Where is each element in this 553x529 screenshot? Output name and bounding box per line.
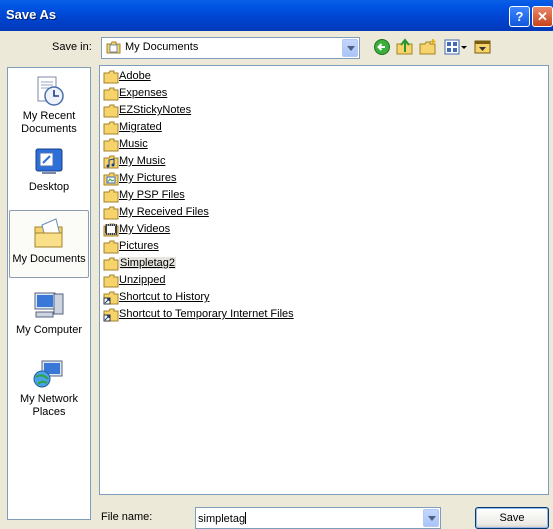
help-button[interactable]: ? [509,6,530,27]
file-name: Shortcut to History [119,291,210,303]
help-icon: ? [515,9,524,24]
folder-icon [103,104,119,118]
file-name-label: File name: [101,511,153,523]
my-documents-icon [34,218,63,248]
file-name: Pictures [119,240,159,252]
folder-icon [103,206,119,220]
place-label: My Documents [12,253,86,265]
title-bar[interactable]: Save As ? ✕ [0,0,553,31]
place-desktop[interactable]: Desktop [9,145,89,194]
folder-icon [103,274,119,288]
folder-icon [103,138,119,152]
file-name: Adobe [119,70,151,82]
place-my-documents[interactable]: My Documents [9,210,89,278]
file-name: Migrated [119,121,162,133]
close-button[interactable]: ✕ [532,6,553,27]
folder-icon [103,121,119,135]
up-folder-icon[interactable] [396,38,414,56]
my-computer-icon [34,292,64,318]
back-icon[interactable] [373,38,391,56]
file-list[interactable]: Adobe Expenses EZStickyNotes Migrated Mu… [99,65,549,495]
recent-documents-icon [37,76,64,106]
save-in-dropdown[interactable]: My Documents [101,37,360,59]
file-name: Music [119,138,148,150]
file-name: Simpletag2 [119,257,177,269]
text-caret [245,512,247,524]
file-name: My Videos [119,223,171,235]
file-name-field[interactable]: simpletag [195,507,441,529]
shortcut-icon [103,308,119,322]
chevron-down-icon[interactable] [342,39,358,57]
desktop-icon [35,148,63,174]
new-folder-icon[interactable] [419,38,437,56]
file-name: EZStickyNotes [119,104,192,116]
place-label: Desktop [28,181,70,193]
close-icon: ✕ [537,9,548,24]
tools-icon[interactable] [474,38,492,56]
file-name: My Pictures [119,172,177,184]
views-menu-icon[interactable] [444,38,468,56]
file-name-input[interactable]: simpletag [198,512,247,525]
my-documents-icon [106,41,121,54]
chevron-down-icon[interactable] [423,509,439,527]
place-label: My Recent Documents [21,110,77,135]
file-name-value: simpletag [198,513,246,525]
folder-icon [103,87,119,101]
network-places-icon [33,360,63,388]
shortcut-icon [103,291,119,305]
window-title: Save As [6,7,57,22]
file-name: Unzipped [119,274,166,286]
file-name: Shortcut to Temporary Internet Files [119,308,294,320]
save-in-value: My Documents [125,41,199,53]
save-in-label: Save in: [52,41,92,53]
folder-icon [103,257,119,271]
place-label: My Computer [15,324,83,336]
file-name: My Music [119,155,166,167]
place-label: My Network Places [19,393,79,418]
file-name: My PSP Files [119,189,185,201]
folder-icon [103,240,119,254]
places-bar: My Recent Documents Desktop My Documents… [7,67,91,520]
save-button[interactable]: Save [475,507,549,529]
folder-icon [103,70,119,84]
file-name: Expenses [119,87,168,99]
music-folder-icon [103,155,119,169]
pictures-folder-icon [103,172,119,186]
videos-folder-icon [103,223,119,237]
file-name: My Received Files [119,206,209,218]
place-my-computer[interactable]: My Computer [9,288,89,337]
place-my-recent-documents[interactable]: My Recent Documents [9,74,89,136]
place-my-network-places[interactable]: My Network Places [9,357,89,419]
folder-icon [103,189,119,203]
